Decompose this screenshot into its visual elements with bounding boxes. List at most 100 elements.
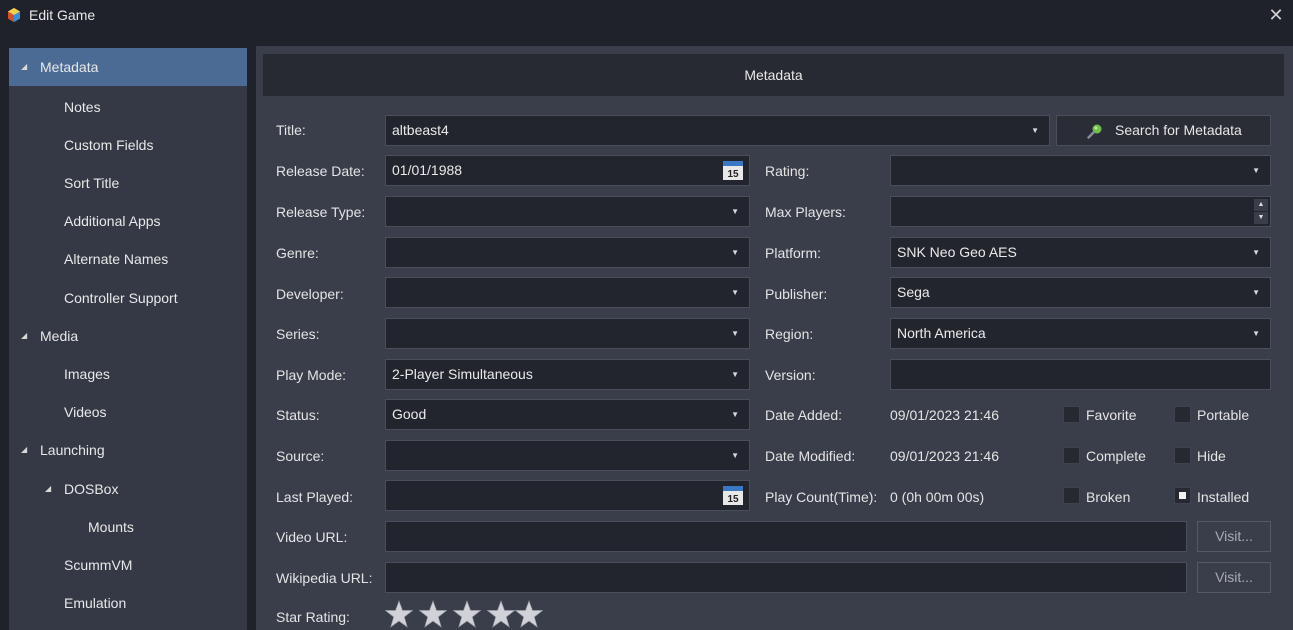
calendar-icon[interactable]: 15 bbox=[723, 486, 743, 505]
video-visit-button[interactable]: Visit... bbox=[1197, 521, 1271, 552]
developer-dropdown[interactable]: ▼ bbox=[385, 277, 750, 308]
genre-dropdown[interactable]: ▼ bbox=[385, 237, 750, 268]
complete-checkbox[interactable] bbox=[1063, 447, 1080, 464]
series-dropdown[interactable]: ▼ bbox=[385, 318, 750, 349]
calendar-icon[interactable]: 15 bbox=[723, 161, 743, 180]
chevron-down-icon: ▼ bbox=[731, 288, 739, 297]
chevron-down-icon: ▼ bbox=[1252, 248, 1260, 257]
title-combobox[interactable]: altbeast4 ▼ bbox=[385, 115, 1050, 146]
spin-down-button[interactable]: ▼ bbox=[1254, 212, 1268, 224]
rating-dropdown[interactable]: ▼ bbox=[890, 155, 1271, 186]
sidebar-item-dosbox[interactable]: ◢ DOSBox bbox=[9, 470, 247, 508]
expand-arrow-icon[interactable]: ◢ bbox=[21, 317, 27, 355]
favorite-label[interactable]: Favorite bbox=[1086, 407, 1137, 423]
close-button[interactable]: ✕ bbox=[1265, 4, 1287, 26]
sidebar-item-additional-apps[interactable]: Additional Apps bbox=[9, 202, 247, 240]
sidebar-item-label: Mounts bbox=[88, 519, 134, 535]
hide-checkbox[interactable] bbox=[1174, 447, 1191, 464]
star-icon[interactable] bbox=[453, 600, 481, 628]
sidebar-item-label: Emulation bbox=[64, 595, 127, 611]
sidebar-item-media[interactable]: ◢ Media bbox=[9, 317, 247, 355]
release-date-field[interactable]: 01/01/1988 15 bbox=[385, 155, 750, 186]
expand-arrow-icon[interactable]: ◢ bbox=[45, 470, 51, 508]
sidebar-item-label: Notes bbox=[64, 99, 101, 115]
play-mode-label: Play Mode: bbox=[276, 367, 347, 383]
sidebar-item-sort-title[interactable]: Sort Title bbox=[9, 164, 247, 202]
sidebar-item-videos[interactable]: Videos bbox=[9, 393, 247, 431]
release-date-label: Release Date: bbox=[276, 163, 365, 179]
sidebar-item-label: Videos bbox=[64, 404, 107, 420]
developer-label: Developer: bbox=[276, 286, 344, 302]
video-url-label: Video URL: bbox=[276, 529, 348, 545]
app-icon bbox=[8, 8, 20, 22]
video-url-input[interactable] bbox=[385, 521, 1187, 552]
portable-checkbox[interactable] bbox=[1174, 406, 1191, 423]
complete-label[interactable]: Complete bbox=[1086, 448, 1146, 464]
platform-dropdown[interactable]: SNK Neo Geo AES ▼ bbox=[890, 237, 1271, 268]
star-icon[interactable] bbox=[385, 600, 413, 628]
wikipedia-url-input[interactable] bbox=[385, 562, 1187, 593]
sidebar-item-scummvm[interactable]: ScummVM bbox=[9, 546, 247, 584]
chevron-down-icon: ▼ bbox=[731, 370, 739, 379]
window-title: Edit Game bbox=[29, 7, 96, 23]
wikipedia-visit-button[interactable]: Visit... bbox=[1197, 562, 1271, 593]
installed-checkbox[interactable] bbox=[1174, 487, 1191, 504]
star-icon[interactable] bbox=[515, 600, 543, 628]
date-modified-value: 09/01/2023 21:46 bbox=[890, 448, 999, 464]
play-count-label: Play Count(Time): bbox=[765, 489, 878, 505]
max-players-spinbox[interactable]: ▲ ▼ bbox=[890, 196, 1271, 227]
sidebar-item-custom-fields[interactable]: Custom Fields bbox=[9, 126, 247, 164]
calendar-day: 15 bbox=[727, 169, 739, 180]
publisher-dropdown[interactable]: Sega ▼ bbox=[890, 277, 1271, 308]
expand-arrow-icon[interactable]: ◢ bbox=[21, 48, 27, 86]
chevron-down-icon: ▼ bbox=[731, 329, 739, 338]
chevron-down-icon: ▼ bbox=[731, 410, 739, 419]
sidebar-item-label: Additional Apps bbox=[64, 213, 161, 229]
portable-label[interactable]: Portable bbox=[1197, 407, 1249, 423]
star-icon[interactable] bbox=[419, 600, 447, 628]
sidebar-item-label: Images bbox=[64, 366, 110, 382]
max-players-label: Max Players: bbox=[765, 204, 846, 220]
date-added-value: 09/01/2023 21:46 bbox=[890, 407, 999, 423]
broken-label[interactable]: Broken bbox=[1086, 489, 1130, 505]
expand-arrow-icon[interactable]: ◢ bbox=[21, 431, 27, 469]
search-metadata-label: Search for Metadata bbox=[1115, 122, 1242, 138]
favorite-checkbox[interactable] bbox=[1063, 406, 1080, 423]
region-dropdown[interactable]: North America ▼ bbox=[890, 318, 1271, 349]
sidebar-item-label: DOSBox bbox=[64, 481, 119, 497]
search-metadata-button[interactable]: Search for Metadata bbox=[1056, 115, 1271, 146]
sidebar: ◢ Metadata Notes Custom Fields Sort Titl… bbox=[9, 48, 247, 630]
date-modified-label: Date Modified: bbox=[765, 448, 856, 464]
sidebar-item-controller-support[interactable]: Controller Support bbox=[9, 279, 247, 317]
hide-label[interactable]: Hide bbox=[1197, 448, 1226, 464]
chevron-down-icon: ▼ bbox=[731, 248, 739, 257]
chevron-down-icon: ▼ bbox=[1252, 166, 1260, 175]
release-type-dropdown[interactable]: ▼ bbox=[385, 196, 750, 227]
status-value: Good bbox=[392, 406, 427, 422]
source-dropdown[interactable]: ▼ bbox=[385, 440, 750, 471]
sidebar-item-label: Alternate Names bbox=[64, 251, 169, 267]
sidebar-item-launching[interactable]: ◢ Launching bbox=[9, 431, 247, 469]
version-label: Version: bbox=[765, 367, 816, 383]
spin-up-button[interactable]: ▲ bbox=[1254, 199, 1268, 211]
sidebar-item-metadata[interactable]: ◢ Metadata bbox=[9, 48, 247, 86]
section-header: Metadata bbox=[263, 54, 1284, 96]
installed-label[interactable]: Installed bbox=[1197, 489, 1249, 505]
version-input[interactable] bbox=[890, 359, 1271, 390]
sidebar-item-label: Custom Fields bbox=[64, 137, 154, 153]
status-dropdown[interactable]: Good ▼ bbox=[385, 399, 750, 430]
chevron-down-icon: ▼ bbox=[731, 207, 739, 216]
broken-checkbox[interactable] bbox=[1063, 487, 1080, 504]
play-count-value: 0 (0h 00m 00s) bbox=[890, 489, 985, 505]
sidebar-item-label: Sort Title bbox=[64, 175, 120, 191]
publisher-value: Sega bbox=[897, 284, 930, 300]
sidebar-item-emulation[interactable]: Emulation bbox=[9, 584, 247, 622]
star-icon[interactable] bbox=[487, 600, 515, 628]
sidebar-item-images[interactable]: Images bbox=[9, 355, 247, 393]
play-mode-dropdown[interactable]: 2-Player Simultaneous ▼ bbox=[385, 359, 750, 390]
region-value: North America bbox=[897, 325, 986, 341]
sidebar-item-notes[interactable]: Notes bbox=[9, 88, 247, 126]
last-played-field[interactable]: 15 bbox=[385, 480, 750, 511]
sidebar-item-alternate-names[interactable]: Alternate Names bbox=[9, 240, 247, 278]
sidebar-item-mounts[interactable]: Mounts bbox=[9, 508, 247, 546]
